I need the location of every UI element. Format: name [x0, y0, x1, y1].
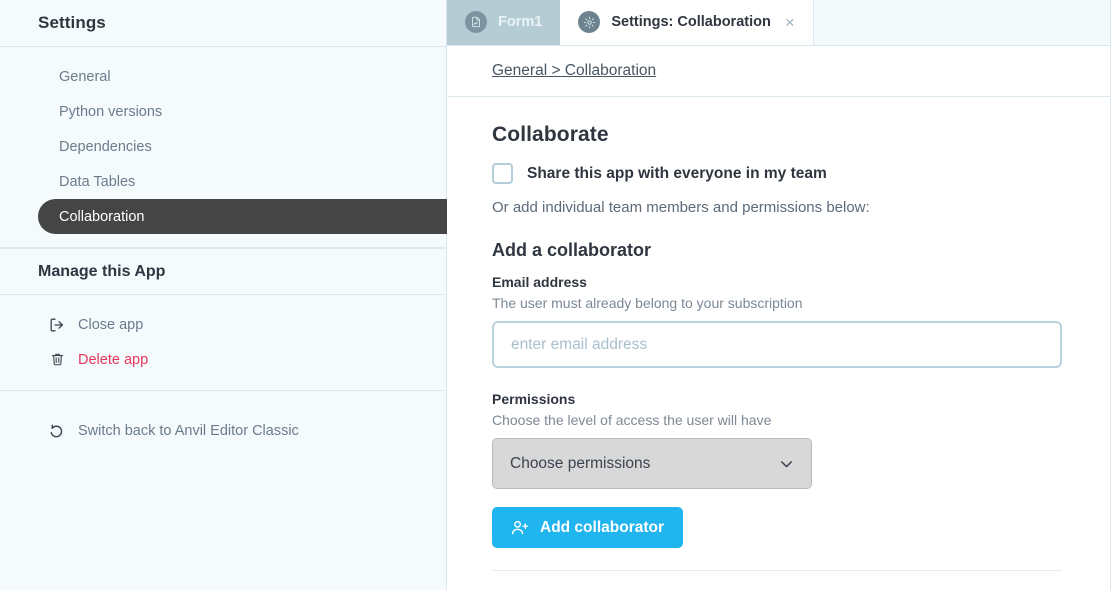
sidebar-manage-title: Manage this App: [38, 263, 165, 281]
page-title: Collaborate: [492, 123, 1067, 147]
delete-app-action[interactable]: Delete app: [0, 342, 446, 377]
sidebar-item-label: Python versions: [59, 104, 162, 120]
tab-form1[interactable]: Form1: [447, 0, 560, 45]
delete-app-label: Delete app: [78, 352, 148, 368]
tab-bar-empty-area: [813, 0, 1111, 45]
permissions-field-hint: Choose the level of access the user will…: [492, 412, 1067, 428]
breadcrumb-link[interactable]: General > Collaboration: [492, 62, 656, 80]
switch-editor-label: Switch back to Anvil Editor Classic: [78, 423, 299, 439]
sidebar-actions-section: Close app Delete app: [0, 295, 446, 391]
sidebar-item-general[interactable]: General: [0, 59, 446, 94]
sidebar-item-label: Dependencies: [59, 139, 152, 155]
sidebar-item-label: General: [59, 69, 111, 85]
share-with-team-checkbox[interactable]: [492, 163, 513, 184]
section-divider: [492, 570, 1062, 571]
sidebar-footer-section: Switch back to Anvil Editor Classic: [0, 391, 446, 461]
tab-label: Settings: Collaboration: [611, 14, 771, 30]
sidebar-item-dependencies[interactable]: Dependencies: [0, 129, 446, 164]
trash-icon: [48, 351, 66, 369]
sign-out-icon: [48, 316, 66, 334]
share-with-team-row: Share this app with everyone in my team: [492, 163, 1067, 184]
share-with-team-label: Share this app with everyone in my team: [527, 165, 827, 183]
close-icon[interactable]: ×: [785, 14, 795, 31]
sidebar-item-python-versions[interactable]: Python versions: [0, 94, 446, 129]
switch-editor-action[interactable]: Switch back to Anvil Editor Classic: [0, 413, 446, 448]
add-collaborator-label: Add collaborator: [540, 519, 664, 537]
permissions-select-wrap: Choose permissions: [492, 438, 812, 489]
tab-settings-collaboration[interactable]: Settings: Collaboration ×: [560, 0, 812, 45]
sidebar-item-label: Data Tables: [59, 174, 135, 190]
add-collaborator-button[interactable]: Add collaborator: [492, 507, 683, 548]
gear-icon: [578, 11, 600, 33]
editor-tab-bar: Form1 Settings: Collaboration ×: [447, 0, 1111, 46]
email-input[interactable]: [492, 321, 1062, 368]
undo-icon: [48, 422, 66, 440]
permissions-field-label: Permissions: [492, 391, 1067, 407]
sidebar-item-data-tables[interactable]: Data Tables: [0, 164, 446, 199]
close-app-label: Close app: [78, 317, 143, 333]
close-app-action[interactable]: Close app: [0, 307, 446, 342]
permissions-select-value: Choose permissions: [510, 455, 650, 473]
email-field-label: Email address: [492, 274, 1067, 290]
sidebar-manage-header: Manage this App: [0, 248, 446, 295]
add-collaborator-heading: Add a collaborator: [492, 240, 1067, 261]
sidebar-item-collaboration[interactable]: Collaboration: [38, 199, 447, 234]
email-field-hint: The user must already belong to your sub…: [492, 295, 1067, 311]
sidebar-nav-section: General Python versions Dependencies Dat…: [0, 47, 446, 248]
tab-label: Form1: [498, 14, 542, 30]
app-root: Settings General Python versions Depende…: [0, 0, 1111, 590]
collaboration-content: Collaborate Share this app with everyone…: [448, 97, 1111, 571]
sidebar-header: Settings: [0, 0, 446, 47]
settings-main-panel: General > Collaboration Collaborate Shar…: [448, 46, 1111, 590]
settings-sidebar: Settings General Python versions Depende…: [0, 0, 447, 590]
breadcrumb: General > Collaboration: [448, 46, 1111, 97]
user-plus-icon: [511, 519, 529, 537]
sidebar-title: Settings: [38, 13, 106, 33]
sidebar-item-label: Collaboration: [59, 209, 144, 225]
permissions-select[interactable]: Choose permissions: [492, 438, 812, 489]
intro-text: Or add individual team members and permi…: [492, 199, 1067, 216]
form-file-icon: [465, 11, 487, 33]
